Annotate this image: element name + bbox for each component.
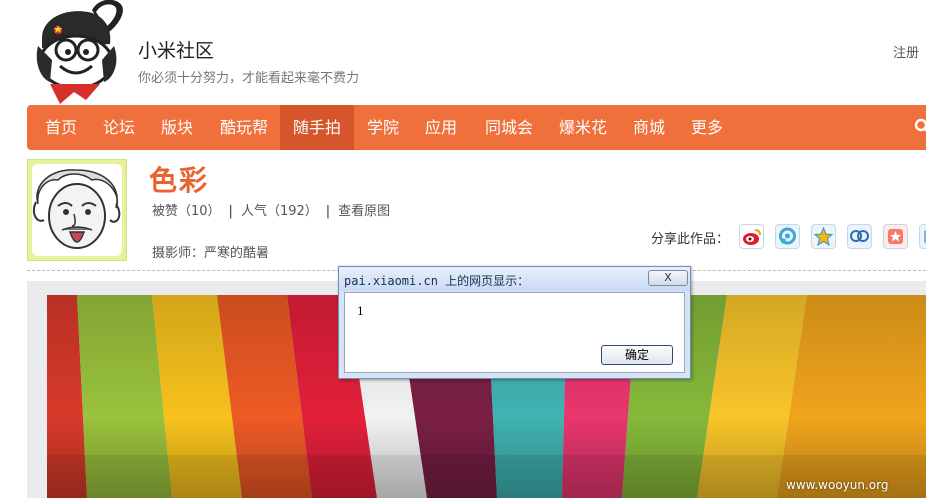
stats-separator: |	[325, 204, 331, 219]
likes-count[interactable]: 被赞（10）	[152, 204, 221, 219]
tencent-weibo-icon[interactable]	[775, 224, 800, 249]
register-link[interactable]: 注册	[893, 42, 919, 61]
mitu-logo[interactable]	[30, 0, 135, 105]
nav-item-apps[interactable]: 应用	[415, 105, 467, 150]
nav-item-local-clubs[interactable]: 同城会	[475, 105, 543, 150]
photo-title: 色彩	[149, 164, 210, 197]
photographer-label: 摄影师：严寒的酷暑	[152, 246, 270, 261]
douban-icon[interactable]	[883, 224, 908, 249]
qzone-icon[interactable]	[811, 224, 836, 249]
dialog-title: pai.xiaomi.cn 上的网页显示：	[344, 274, 530, 288]
nav-item-kuwanbang[interactable]: 酷玩帮	[209, 105, 279, 150]
site-title[interactable]: 小米社区	[138, 36, 214, 63]
nav-item-suishoupai[interactable]: 随手拍	[280, 105, 354, 150]
einstein-avatar-icon	[32, 169, 121, 249]
search-icon[interactable]	[914, 118, 926, 134]
site-slogan: 你必须十分努力，才能看起来毫不费力	[138, 71, 360, 86]
watermark: www.wooyun.org	[786, 478, 889, 492]
view-original-link[interactable]: 查看原图	[338, 204, 390, 219]
nav-item-store[interactable]: 商城	[623, 105, 675, 150]
nav-item-forum[interactable]: 论坛	[93, 105, 145, 150]
dialog-close-button[interactable]: X	[648, 270, 688, 286]
photo-stats: 被赞（10） | 人气（192） | 查看原图	[152, 200, 390, 219]
renren-icon[interactable]	[847, 224, 872, 249]
dialog-titlebar[interactable]: pai.xiaomi.cn 上的网页显示： X	[339, 267, 690, 291]
photographer-avatar[interactable]	[27, 159, 127, 261]
nav-item-baomihua[interactable]: 爆米花	[549, 105, 617, 150]
dialog-ok-button[interactable]: 确定	[601, 345, 673, 365]
main-navbar: 首页 论坛 版块 酷玩帮 随手拍 学院 应用 同城会 爆米花 商城 更多	[27, 105, 926, 150]
nav-item-more[interactable]: 更多	[681, 105, 733, 150]
dialog-body: 1 确定	[344, 292, 685, 373]
share-label: 分享此作品：	[651, 232, 730, 247]
dialog-message: 1	[357, 305, 364, 318]
nav-item-sections[interactable]: 版块	[151, 105, 203, 150]
popularity-count: 人气（192）	[240, 204, 318, 219]
nav-item-home[interactable]: 首页	[35, 105, 87, 150]
stats-separator: |	[228, 204, 233, 219]
alert-dialog: pai.xiaomi.cn 上的网页显示： X 1 确定	[338, 266, 691, 379]
weibo-icon[interactable]	[739, 224, 764, 249]
nav-item-academy[interactable]: 学院	[357, 105, 409, 150]
more-share-icon[interactable]	[919, 224, 926, 249]
